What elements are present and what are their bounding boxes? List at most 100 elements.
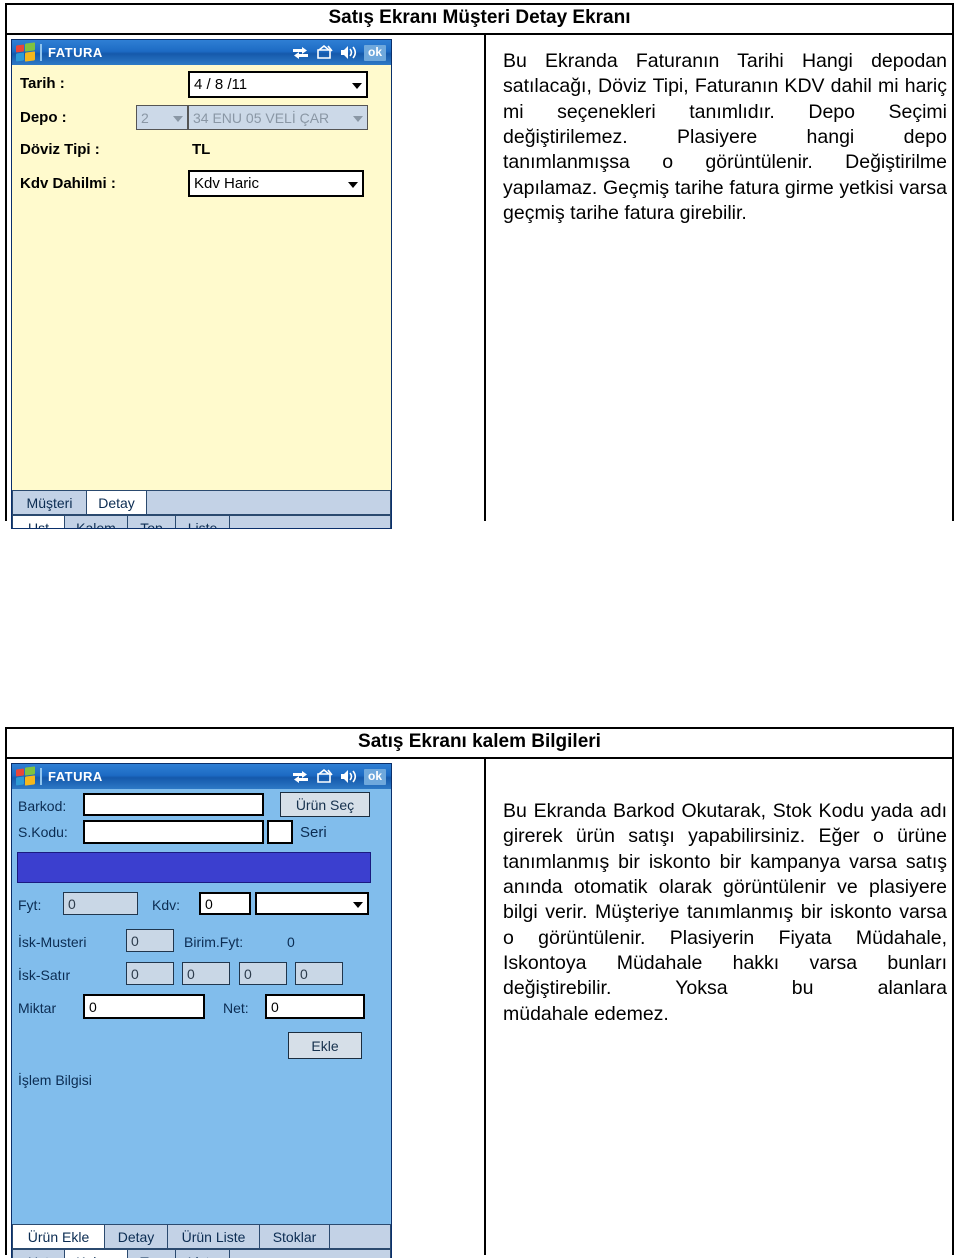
section-2-title: Satış Ekranı kalem Bilgileri — [7, 729, 952, 759]
doviz-tipi-value: TL — [192, 141, 211, 158]
ok-button[interactable]: ok — [363, 44, 386, 61]
tab-musteri[interactable]: Müşteri — [12, 490, 86, 515]
tabs-top-filler — [329, 1224, 391, 1249]
kdv-oran-dropdown[interactable] — [255, 892, 369, 915]
tabs-bottom-filler — [229, 515, 391, 528]
chevron-down-icon — [348, 181, 358, 188]
tarih-label: Tarih : — [20, 75, 65, 92]
input-panel-icon[interactable] — [292, 45, 309, 60]
skodu-input[interactable] — [83, 820, 264, 844]
section-2-block: Satış Ekranı kalem Bilgileri FATURA ok B… — [5, 727, 954, 1258]
depo-no-dropdown[interactable]: 2 — [136, 105, 188, 130]
isk-satir-input-4[interactable]: 0 — [295, 962, 343, 985]
tab-label: Detay — [98, 494, 135, 511]
document-page: Satış Ekranı Müşteri Detay Ekranı FATURA — [0, 0, 960, 1258]
kdv-dahilmi-value: Kdv Haric — [194, 175, 260, 192]
section-1-description: Bu Ekranda Faturanın Tarihi Hangi depoda… — [503, 49, 947, 226]
tab-label: Ust — [28, 519, 49, 529]
pda-window-fatura-kalem: FATURA ok Barkod: Ürün Seç S.Kodu: Seri … — [11, 763, 392, 1258]
tab-label: Müşteri — [26, 494, 73, 511]
tab-stoklar[interactable]: Stoklar — [259, 1224, 329, 1249]
fyt-input[interactable]: 0 — [63, 892, 138, 915]
ok-button[interactable]: ok — [363, 768, 386, 785]
pda-2-tabs-top[interactable]: Ürün Ekle Detay Ürün Liste Stoklar — [12, 1224, 391, 1249]
tab-ust[interactable]: Ust — [12, 515, 64, 529]
kdv-dahilmi-label: Kdv Dahilmi : — [20, 175, 116, 192]
tab-label: Liste — [188, 1254, 218, 1258]
tab-label: Ust — [28, 1254, 49, 1258]
section-2-description-text: Bu Ekranda Barkod Okutarak, Stok Kodu ya… — [503, 800, 947, 1000]
section-1-title-text: Satış Ekranı Müşteri Detay Ekranı — [328, 7, 631, 28]
kdv-input[interactable]: 0 — [199, 892, 251, 915]
tab-liste[interactable]: Liste — [175, 1249, 229, 1258]
pda-1-tabs-bottom[interactable]: Ust Kalem Top Liste — [12, 515, 391, 529]
pda-form-body: Barkod: Ürün Seç S.Kodu: Seri Fyt: 0 Kdv… — [12, 789, 391, 1224]
pda-1-tabs-top[interactable]: Müşteri Detay — [12, 490, 391, 515]
volume-icon[interactable] — [340, 45, 357, 60]
isk-satir-value: 0 — [300, 965, 308, 982]
tab-detay[interactable]: Detay — [104, 1224, 167, 1249]
rotate-screen-icon[interactable] — [316, 45, 333, 60]
tarih-dropdown[interactable]: 4 / 8 /11 — [188, 71, 368, 98]
pda-app-title: FATURA — [48, 769, 103, 784]
tab-ust[interactable]: Ust — [12, 1249, 64, 1258]
urun-sec-button[interactable]: Ürün Seç — [280, 792, 370, 817]
seri-checkbox[interactable] — [267, 820, 293, 844]
isk-satir-value: 0 — [187, 965, 195, 982]
section-1-screenshot-cell: FATURA ok Tarih: 4 / 8 /11 Depo: 2 34 … — [7, 35, 486, 529]
tab-liste[interactable]: Liste — [175, 515, 229, 528]
titlebar-icon-group: ok — [292, 44, 388, 61]
chevron-down-icon — [173, 115, 183, 122]
isk-satir-input-3[interactable]: 0 — [239, 962, 287, 985]
urun-adi-bar — [17, 852, 371, 883]
ekle-button[interactable]: Ekle — [288, 1032, 362, 1059]
isk-satir-input-2[interactable]: 0 — [182, 962, 230, 985]
tab-urun-ekle[interactable]: Ürün Ekle — [12, 1224, 104, 1249]
net-input[interactable]: 0 — [265, 994, 365, 1019]
tab-label: Kalem — [76, 519, 116, 529]
kdv-dahilmi-dropdown[interactable]: Kdv Haric — [188, 170, 364, 197]
doviz-tipi-label: Döviz Tipi : — [20, 141, 100, 158]
tab-kalem[interactable]: Kalem — [64, 515, 127, 529]
section-2-text-cell: Bu Ekranda Barkod Okutarak, Stok Kodu ya… — [486, 759, 952, 1255]
input-panel-icon[interactable] — [292, 769, 309, 784]
pda-app-title: FATURA — [48, 45, 103, 60]
section-2-description: Bu Ekranda Barkod Okutarak, Stok Kodu ya… — [503, 799, 947, 1027]
urun-sec-label: Ürün Seç — [295, 796, 355, 813]
section-1-description-last: geçmiş tarihe fatura girebilir. — [503, 202, 747, 225]
tarih-value: 4 / 8 /11 — [194, 76, 248, 93]
tab-label: Ürün Liste — [181, 1228, 246, 1245]
tab-label: Kalem — [76, 1254, 116, 1258]
barkod-input[interactable] — [83, 793, 264, 816]
tab-urun-liste[interactable]: Ürün Liste — [167, 1224, 259, 1249]
tab-detay[interactable]: Detay — [86, 490, 146, 515]
rotate-screen-icon[interactable] — [316, 769, 333, 784]
ekle-label: Ekle — [311, 1037, 339, 1054]
isk-satir-label: İsk-Satır — [18, 967, 71, 983]
tab-label: Stoklar — [272, 1228, 317, 1245]
isk-musteri-input[interactable]: 0 — [126, 929, 174, 952]
skodu-label: S.Kodu: — [18, 824, 68, 840]
miktar-input[interactable]: 0 — [83, 994, 205, 1019]
isk-musteri-value: 0 — [131, 932, 139, 949]
birim-fyt-label: Birim.Fyt: — [184, 934, 244, 950]
section-2-body: FATURA ok Barkod: Ürün Seç S.Kodu: Seri … — [7, 759, 952, 1258]
depo-name-dropdown[interactable]: 34 ENU 05 VELİ ÇAR — [188, 105, 368, 130]
pda-2-tabs-bottom[interactable]: Ust Kalem Top Liste — [12, 1249, 391, 1258]
titlebar-icon-group: ok — [292, 768, 388, 785]
isk-musteri-label: İsk-Musteri — [18, 934, 87, 950]
section-1-title: Satış Ekranı Müşteri Detay Ekranı — [7, 5, 952, 35]
depo-label: Depo : — [20, 109, 67, 126]
tab-kalem[interactable]: Kalem — [64, 1249, 127, 1258]
section-1-description-text: Bu Ekranda Faturanın Tarihi Hangi depoda… — [503, 50, 947, 199]
isk-satir-input-1[interactable]: 0 — [126, 962, 174, 985]
windows-logo-icon — [15, 766, 37, 786]
volume-icon[interactable] — [340, 769, 357, 784]
miktar-value: 0 — [89, 998, 97, 1015]
tab-top[interactable]: Top — [127, 1249, 175, 1258]
chevron-down-icon — [353, 901, 363, 908]
islem-bilgisi-label: İşlem Bilgisi — [18, 1072, 92, 1088]
depo-name-value: 34 ENU 05 VELİ ÇAR — [193, 109, 330, 126]
tab-top[interactable]: Top — [127, 515, 175, 528]
isk-satir-value: 0 — [244, 965, 252, 982]
